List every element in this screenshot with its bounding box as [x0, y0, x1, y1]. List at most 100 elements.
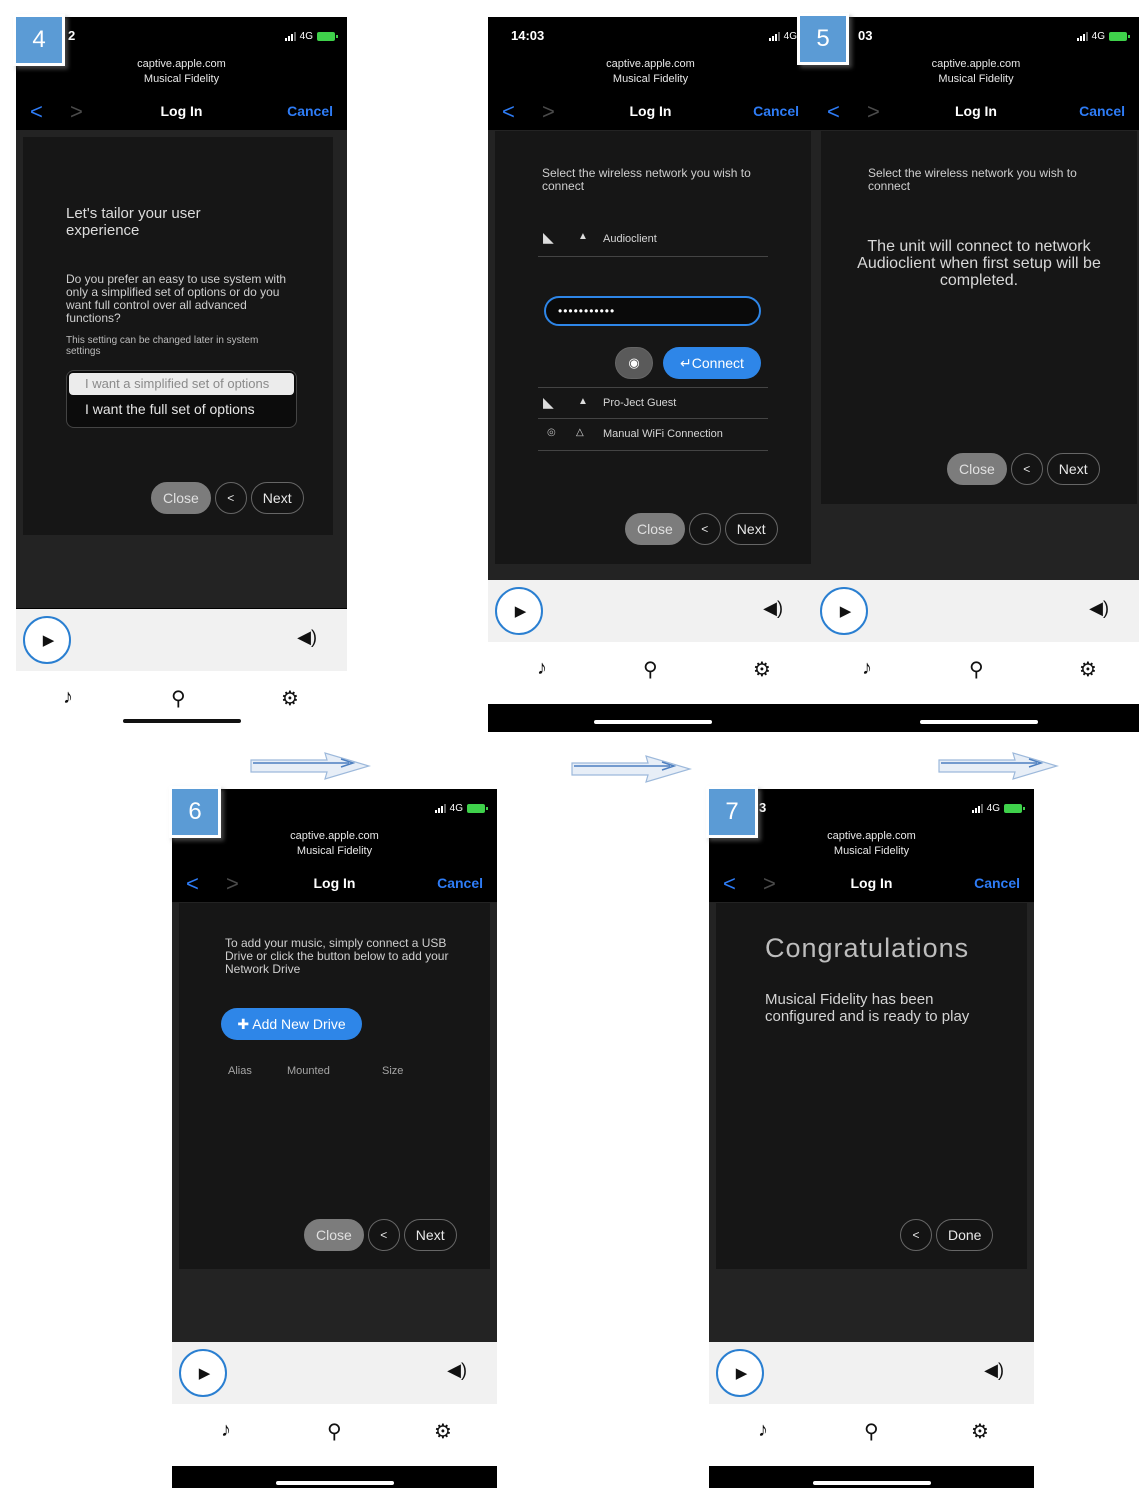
- play-button[interactable]: ▶: [820, 587, 868, 635]
- status-time: 14:03: [511, 28, 545, 43]
- search-icon[interactable]: ⚲: [171, 686, 186, 711]
- signal-icon: [434, 804, 446, 813]
- next-button[interactable]: Next: [403, 1219, 457, 1251]
- congrats-text: Musical Fidelity has been configured and…: [765, 991, 970, 1025]
- search-icon[interactable]: ⚲: [643, 657, 658, 682]
- gear-icon[interactable]: ⚙: [971, 1419, 989, 1444]
- status-indicators: 4G: [284, 31, 338, 42]
- captive-site: Musical Fidelity: [938, 73, 1014, 85]
- battery-icon: [317, 32, 338, 41]
- network-row-pro-ject[interactable]: ◣ ▲ Pro-Ject Guest: [538, 387, 768, 419]
- congrats-dialog: Congratulations Musical Fidelity has bee…: [716, 903, 1027, 1269]
- status-indicators: 4G: [434, 803, 488, 814]
- home-indicator: [813, 1481, 931, 1485]
- close-button[interactable]: Close: [151, 482, 211, 514]
- step-badge-7: 7: [706, 786, 758, 838]
- wifi-prompt: Select the wireless network you wish to …: [868, 166, 1077, 193]
- gear-icon[interactable]: ⚙: [281, 686, 299, 711]
- cancel-button[interactable]: Cancel: [287, 103, 333, 119]
- drive-dialog: To add your music, simply connect a USB …: [179, 903, 490, 1269]
- captive-url: captive.apple.com: [137, 58, 226, 70]
- close-button[interactable]: Close: [947, 453, 1007, 485]
- close-button[interactable]: Close: [625, 513, 685, 545]
- music-note-icon[interactable]: ♪: [862, 657, 872, 680]
- flow-arrow-1: [250, 752, 371, 780]
- close-button[interactable]: Close: [304, 1219, 364, 1251]
- network-type: 4G: [449, 803, 463, 814]
- screenshot-step-4: 2 4G captive.apple.com Musical Fidelity …: [16, 17, 347, 731]
- previous-button[interactable]: <: [688, 513, 721, 545]
- option-simplified[interactable]: I want a simplified set of options: [69, 373, 294, 395]
- play-icon: ▶: [42, 632, 55, 649]
- previous-button[interactable]: <: [900, 1219, 932, 1251]
- add-new-drive-button[interactable]: ✚ Add New Drive: [221, 1008, 362, 1040]
- step-badge-6: 6: [169, 786, 221, 838]
- play-button[interactable]: ▶: [179, 1349, 227, 1397]
- cancel-button[interactable]: Cancel: [753, 103, 799, 119]
- volume-icon[interactable]: ◀): [297, 627, 317, 648]
- option-full[interactable]: I want the full set of options: [67, 399, 296, 419]
- previous-button[interactable]: <: [214, 482, 247, 514]
- option-picker[interactable]: I want a simplified set of options I wan…: [66, 370, 297, 428]
- show-password-button[interactable]: ◉: [615, 347, 653, 379]
- music-note-icon[interactable]: ♪: [758, 1419, 768, 1442]
- column-mounted: Mounted: [287, 1065, 330, 1077]
- dialog-buttons: Close < Next: [151, 482, 304, 514]
- return-icon: ↵: [680, 355, 692, 371]
- music-note-icon[interactable]: ♪: [537, 657, 547, 680]
- home-indicator: [123, 719, 241, 723]
- volume-icon[interactable]: ◀): [1089, 598, 1109, 619]
- step-badge-4: 4: [13, 14, 65, 66]
- done-button[interactable]: Done: [936, 1219, 994, 1251]
- play-button[interactable]: ▶: [495, 587, 543, 635]
- gear-icon[interactable]: ⚙: [1079, 657, 1097, 682]
- previous-button[interactable]: <: [367, 1219, 400, 1251]
- lock-icon: ▲: [578, 396, 588, 407]
- dialog-heading: Let's tailor your user experience: [66, 205, 201, 239]
- network-row-audioclient[interactable]: ◣ ▲ Audioclient: [538, 223, 768, 257]
- gear-icon[interactable]: ⚙: [434, 1419, 452, 1444]
- music-note-icon[interactable]: ♪: [63, 686, 73, 709]
- plus-icon: ✚: [237, 1016, 253, 1032]
- connect-button[interactable]: ↵Connect: [663, 347, 761, 379]
- password-input[interactable]: •••••••••••: [544, 296, 761, 326]
- captive-site: Musical Fidelity: [296, 845, 373, 857]
- signal-icon: [768, 32, 780, 41]
- cancel-button[interactable]: Cancel: [974, 875, 1020, 891]
- network-name: Manual WiFi Connection: [603, 428, 723, 440]
- flow-arrow-2: [571, 755, 692, 783]
- volume-icon[interactable]: ◀): [984, 1360, 1004, 1381]
- status-bar: 2 4G: [16, 17, 347, 57]
- next-button[interactable]: Next: [1046, 453, 1100, 485]
- nav-bar: < > Log In Cancel: [488, 97, 813, 127]
- tab-bar: ♪ ⚲ ⚙: [488, 642, 813, 704]
- status-time: 03: [858, 28, 873, 43]
- tab-bar: ♪ ⚲ ⚙: [709, 1404, 1034, 1466]
- wifi-dialog: Select the wireless network you wish to …: [495, 131, 811, 564]
- next-button[interactable]: Next: [250, 482, 304, 514]
- connect-label: Connect: [691, 355, 744, 371]
- column-alias: Alias: [228, 1065, 252, 1077]
- search-icon[interactable]: ⚲: [327, 1419, 342, 1444]
- search-icon[interactable]: ⚲: [969, 657, 984, 682]
- wifi-icon: ◣: [543, 394, 554, 410]
- web-content: Congratulations Musical Fidelity has bee…: [709, 902, 1034, 1342]
- gear-icon[interactable]: ⚙: [753, 657, 771, 682]
- music-note-icon[interactable]: ♪: [221, 1419, 231, 1442]
- captive-site: Musical Fidelity: [612, 73, 689, 85]
- search-icon[interactable]: ⚲: [864, 1419, 879, 1444]
- cancel-button[interactable]: Cancel: [1079, 103, 1125, 119]
- network-row-manual[interactable]: ◎ △ Manual WiFi Connection: [538, 419, 768, 451]
- home-indicator: [594, 720, 712, 724]
- volume-icon[interactable]: ◀): [763, 598, 783, 619]
- next-button[interactable]: Next: [724, 513, 778, 545]
- nav-bar: < > Log In Cancel: [172, 869, 497, 899]
- tab-bar: ♪ ⚲ ⚙: [172, 1404, 497, 1466]
- volume-icon[interactable]: ◀): [447, 1360, 467, 1381]
- play-button[interactable]: ▶: [23, 616, 71, 664]
- previous-button[interactable]: <: [1010, 453, 1043, 485]
- cancel-button[interactable]: Cancel: [437, 875, 483, 891]
- tab-bar: ♪ ⚲ ⚙: [813, 642, 1139, 704]
- wifi-prompt: Select the wireless network you wish to …: [542, 166, 751, 193]
- play-button[interactable]: ▶: [716, 1349, 764, 1397]
